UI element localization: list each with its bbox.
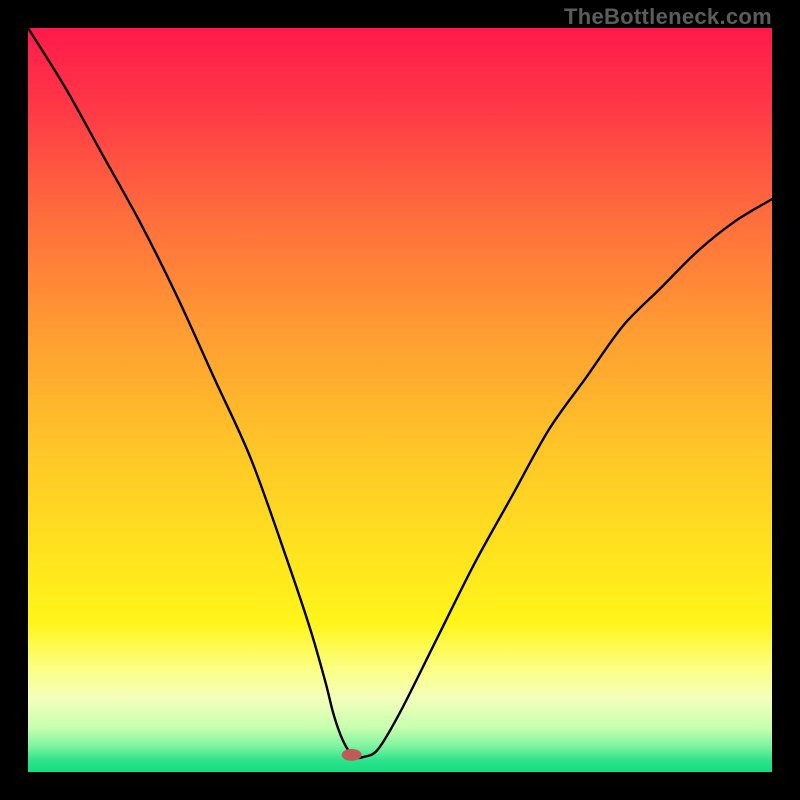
chart-frame: TheBottleneck.com (0, 0, 800, 800)
gradient-background (28, 28, 772, 772)
chart-svg (28, 28, 772, 772)
watermark-text: TheBottleneck.com (564, 4, 772, 30)
plot-area (28, 28, 772, 772)
optimum-marker (342, 749, 362, 761)
